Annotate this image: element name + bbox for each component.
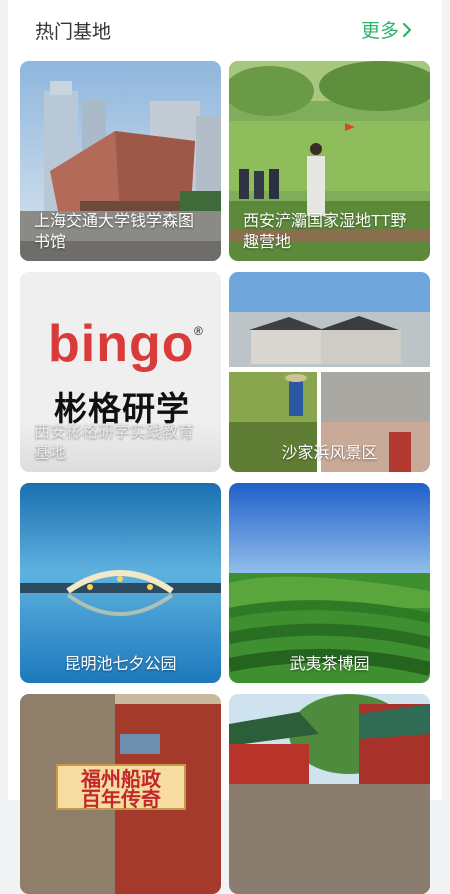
temple-photo <box>229 694 430 894</box>
section-header: 热门基地 更多 <box>8 0 442 58</box>
base-card-bingo-study[interactable]: bingo ® 彬格研学 西安彬格研学实践教育基地 <box>20 272 221 472</box>
hot-bases-panel: 热门基地 更多 上海交通大学钱学森图书馆 西安浐灞国家湿地TT野趣营地 bing… <box>8 0 442 894</box>
base-card-kunming-lake[interactable]: 昆明池七夕公园 <box>20 483 221 683</box>
bingo-registered-mark: ® <box>194 324 203 338</box>
kunming-lake-photo <box>20 483 221 683</box>
tea-garden-photo <box>229 483 430 683</box>
more-label: 更多 <box>360 21 399 42</box>
card-caption: 昆明池七夕公园 <box>64 656 177 673</box>
card-caption: 西安彬格研学实践教育基地 <box>20 422 221 472</box>
shajiabang-photo <box>229 272 430 472</box>
base-card-shajiabang[interactable]: 沙家浜风景区 <box>229 272 430 472</box>
bingo-logo-word: bingo <box>48 315 195 373</box>
card-caption: 西安浐灞国家湿地TT野趣营地 <box>243 213 407 251</box>
chevron-right-icon <box>402 22 412 37</box>
more-link[interactable]: 更多 <box>361 16 412 43</box>
base-card-chanba-wetland[interactable]: 西安浐灞国家湿地TT野趣营地 <box>229 61 430 261</box>
card-caption: 上海交通大学钱学森图书馆 <box>34 213 195 251</box>
sign-line-1: 福州船政 <box>81 767 161 791</box>
card-caption: 武夷茶博园 <box>289 656 370 673</box>
section-title: 热门基地 <box>35 22 112 43</box>
base-card-wuyi-tea-expo[interactable]: 武夷茶博园 <box>229 483 430 683</box>
shipyard-sign: 福州船政 百年传奇 <box>56 764 186 810</box>
base-card-temple[interactable] <box>229 694 430 894</box>
base-card-qian-xuesen-library[interactable]: 上海交通大学钱学森图书馆 <box>20 61 221 261</box>
sign-line-2: 百年传奇 <box>81 787 161 811</box>
base-card-fuzhou-shipyard[interactable]: 福州船政 百年传奇 <box>20 694 221 894</box>
card-caption: 沙家浜风景区 <box>281 445 378 462</box>
